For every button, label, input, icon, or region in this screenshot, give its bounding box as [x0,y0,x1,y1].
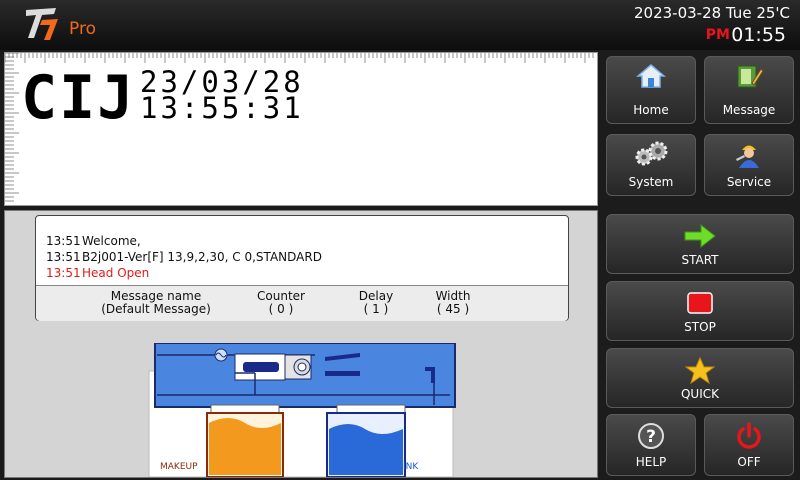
header-bar: Pro 2023-03-28 Tue 25'C PM 01:55 [0,0,800,50]
quick-label: QUICK [680,387,719,401]
log-row: 13:51Welcome, [46,233,322,249]
date-temperature: 2023-03-28 Tue 25'C [633,4,790,22]
home-icon [636,64,666,88]
stop-icon [687,292,713,314]
power-icon [737,422,761,449]
system-label: System [628,175,674,189]
home-label: Home [633,103,669,117]
filter-cartridge [243,362,279,372]
log-time: 13:51 [46,250,81,264]
width-info: Width ( 45 ) [428,290,478,316]
status-panel: 13:51Welcome, 13:51B2j001-Ver[F] 13,9,2,3… [4,210,598,478]
service-worker-icon [736,145,759,168]
message-button[interactable]: Message [704,56,794,124]
log-message: Welcome, [82,234,141,248]
help-label: HELP [635,455,667,469]
log-row: 13:51B2j001-Ver[F] 13,9,2,30, C 0,STANDA… [46,249,322,265]
clock-time: 01:55 [731,24,786,46]
arrow-right-icon [684,223,716,249]
preview-time-text: 13:55:31 [140,91,304,125]
counter-value: ( 0 ) [268,302,294,316]
home-button[interactable]: Home [606,56,696,124]
system-button[interactable]: System [606,134,696,196]
off-button[interactable]: OFF [704,414,794,476]
print-info-bar: Message name (Default Message) Counter (… [36,285,568,321]
makeup-tank-label: MAKEUP [160,462,198,472]
service-button[interactable]: Service [704,134,794,196]
log-row: 13:51Head Open [46,265,322,281]
brand-subtitle: Pro [69,19,96,39]
message-name-info: Message name (Default Message) [86,290,226,316]
message-icon [737,65,764,88]
delay-value: ( 1 ) [363,302,389,316]
gear-icon [635,141,668,166]
log-message: B2j001-Ver[F] 13,9,2,30, C 0,STANDARD [82,250,322,264]
log-message: Head Open [82,266,150,280]
stop-button[interactable]: STOP [606,281,794,341]
service-label: Service [726,175,772,189]
stop-label: STOP [684,320,716,334]
start-label: START [681,253,719,267]
help-button[interactable]: ? HELP [606,414,696,476]
svg-text:?: ? [646,427,656,447]
quick-button[interactable]: QUICK [606,348,794,408]
ampm-indicator: PM [705,27,730,43]
help-icon: ? [638,423,664,449]
event-log: 13:51Welcome, 13:51B2j001-Ver[F] 13,9,2,3… [46,233,322,281]
message-name-value: (Default Message) [101,302,211,316]
counter-info: Counter ( 0 ) [251,290,311,316]
star-icon [685,357,715,385]
t7-logo-icon [26,8,58,40]
preview-main-text: CIJ [21,63,136,133]
control-panel: Home Message System Service START STOP Q… [600,50,800,480]
log-time: 13:51 [46,234,81,248]
message-label: Message [722,103,776,117]
delay-info: Delay ( 1 ) [351,290,401,316]
width-value: ( 45 ) [436,302,470,316]
ink-tank-label: INK [403,462,419,472]
ink-system-diagram [148,343,456,477]
off-label: OFF [737,455,761,469]
message-preview[interactable]: CIJ 23/03/28 13:55:31 [4,52,598,206]
event-log-box: 13:51Welcome, 13:51B2j001-Ver[F] 13,9,2,3… [35,215,569,321]
log-time: 13:51 [46,266,81,280]
start-button[interactable]: START [606,214,794,274]
